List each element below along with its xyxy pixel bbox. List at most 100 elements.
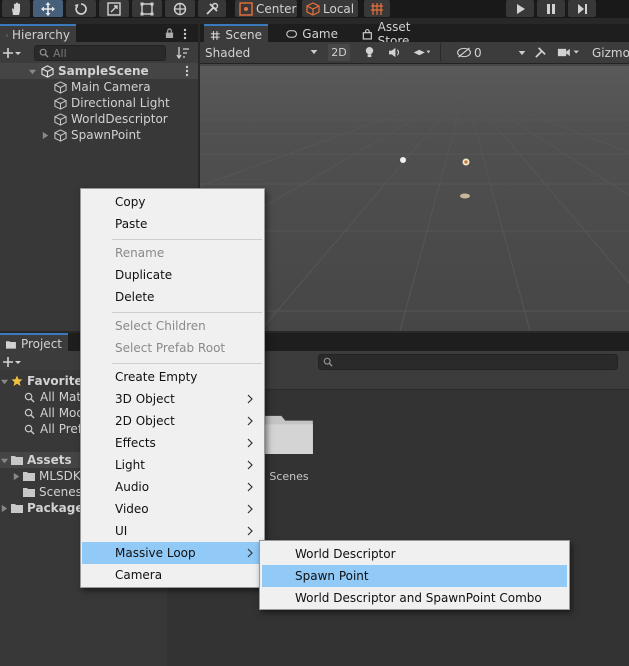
- hierarchy-item-label: WorldDescriptor: [71, 112, 168, 126]
- transform-tool-button[interactable]: [165, 0, 195, 17]
- move-arrows-icon: [41, 1, 55, 16]
- chevron-right-icon[interactable]: [41, 131, 50, 140]
- lock-icon[interactable]: [165, 28, 174, 39]
- menu-item-effects[interactable]: Effects: [82, 432, 263, 454]
- grid-snap-icon: [371, 2, 383, 15]
- rotate-tool-button[interactable]: [66, 0, 96, 17]
- pause-button[interactable]: [537, 0, 565, 17]
- chevron-right-icon: [247, 504, 253, 514]
- hierarchy-item[interactable]: SpawnPoint: [0, 127, 198, 143]
- lighting-bulb-icon[interactable]: [364, 46, 375, 59]
- scene-grid-icon: [210, 30, 220, 40]
- tab-asset-store[interactable]: Asset Store: [356, 20, 450, 48]
- hierarchy-item-label: SpawnPoint: [71, 128, 141, 142]
- scale-tool-button[interactable]: [99, 0, 129, 17]
- chevron-right-icon: [247, 460, 253, 470]
- rect-tool-button[interactable]: [132, 0, 162, 17]
- step-button[interactable]: [568, 0, 596, 17]
- mode-2d-toggle[interactable]: 2D: [328, 44, 350, 61]
- submenu-item-world-descriptor-spawnpoint-combo[interactable]: World Descriptor and SpawnPoint Combo: [262, 587, 567, 609]
- move-tool-button[interactable]: [33, 0, 63, 17]
- menu-item-label: Select Children: [115, 319, 206, 333]
- pause-icon: [547, 3, 555, 14]
- chevron-right-icon: [247, 482, 253, 492]
- scene-name: SampleScene: [58, 64, 149, 78]
- light-gizmo[interactable]: [400, 157, 406, 163]
- effects-layers-icon[interactable]: [412, 47, 432, 58]
- submenu-item-world-descriptor[interactable]: World Descriptor: [262, 543, 567, 565]
- chevron-down-icon[interactable]: [0, 456, 9, 465]
- rotate-icon: [74, 2, 87, 15]
- tab-project[interactable]: Project: [0, 333, 68, 353]
- menu-item-camera[interactable]: Camera: [82, 564, 263, 586]
- scale-icon: [107, 1, 121, 16]
- menu-item-2d-object[interactable]: 2D Object: [82, 410, 263, 432]
- menu-item-ui[interactable]: UI: [82, 520, 263, 542]
- sort-icon[interactable]: [176, 46, 190, 60]
- hierarchy-item[interactable]: Directional Light: [0, 95, 198, 111]
- massive-loop-submenu: World Descriptor Spawn Point World Descr…: [259, 540, 570, 610]
- scenes-folder-tile[interactable]: Scenes: [263, 412, 315, 484]
- favorites-row[interactable]: Favorites: [0, 373, 90, 389]
- hierarchy-item[interactable]: Main Camera: [0, 79, 198, 95]
- pivot-toggle-button[interactable]: Center: [235, 0, 297, 17]
- grid-snap-button[interactable]: [364, 0, 390, 17]
- packages-row[interactable]: Packages: [0, 500, 91, 516]
- camera-dropdown-icon[interactable]: [556, 47, 580, 58]
- menu-item-label: Select Prefab Root: [115, 341, 226, 355]
- hierarchy-tabbar: Hierarchy: [0, 24, 198, 44]
- chevron-right-icon[interactable]: [0, 504, 9, 513]
- menu-item-delete[interactable]: Delete: [82, 286, 263, 308]
- play-button[interactable]: [506, 0, 534, 17]
- menu-item-light[interactable]: Light: [82, 454, 263, 476]
- chevron-down-icon[interactable]: [0, 377, 9, 386]
- menu-item-audio[interactable]: Audio: [82, 476, 263, 498]
- kebab-menu-icon[interactable]: [183, 28, 187, 40]
- asset-folder-row[interactable]: MLSDK: [0, 468, 81, 484]
- menu-item-video[interactable]: Video: [82, 498, 263, 520]
- menu-item-paste[interactable]: Paste: [82, 213, 263, 235]
- hand-tool-button[interactable]: [2, 0, 30, 17]
- hierarchy-item[interactable]: WorldDescriptor: [0, 111, 198, 127]
- hand-icon: [12, 2, 20, 15]
- menu-item-3d-object[interactable]: 3D Object: [82, 388, 263, 410]
- tools-icon[interactable]: [534, 46, 547, 59]
- hierarchy-search-input[interactable]: All: [34, 45, 166, 61]
- custom-tool-button[interactable]: [198, 0, 226, 17]
- mode-2d-label: 2D: [331, 46, 347, 59]
- scene-row[interactable]: SampleScene: [0, 63, 198, 79]
- folder-icon: [23, 488, 35, 497]
- menu-item-create-empty[interactable]: Create Empty: [82, 366, 263, 388]
- space-toggle-button[interactable]: Local: [302, 0, 358, 17]
- spawnpoint-gizmo[interactable]: [460, 193, 470, 199]
- tab-scene[interactable]: Scene: [204, 24, 268, 44]
- tab-game[interactable]: Game: [280, 24, 344, 44]
- submenu-item-label: Spawn Point: [295, 569, 369, 583]
- submenu-item-spawn-point[interactable]: Spawn Point: [262, 565, 567, 587]
- hidden-eye-icon[interactable]: [456, 47, 472, 58]
- menu-item-massive-loop[interactable]: Massive Loop: [82, 542, 263, 564]
- camera-gizmo[interactable]: [462, 158, 470, 166]
- submenu-item-label: World Descriptor: [295, 547, 396, 561]
- menu-item-label: Paste: [115, 217, 148, 231]
- menu-separator: [112, 312, 262, 313]
- menu-item-label: Light: [115, 458, 145, 472]
- tab-hierarchy[interactable]: Hierarchy: [0, 24, 76, 44]
- play-icon: [517, 3, 525, 14]
- submenu-item-label: World Descriptor and SpawnPoint Combo: [295, 591, 542, 605]
- chevron-right-icon[interactable]: [12, 472, 21, 481]
- menu-item-duplicate[interactable]: Duplicate: [82, 264, 263, 286]
- create-dropdown-icon[interactable]: [1, 47, 23, 59]
- chevron-down-icon[interactable]: [28, 67, 37, 76]
- unity-scene-icon: [41, 64, 54, 78]
- audio-speaker-icon[interactable]: [388, 47, 401, 58]
- gizmos-button[interactable]: Gizmos: [588, 44, 629, 61]
- shading-mode-dropdown[interactable]: Shaded: [202, 44, 322, 61]
- chevron-down-icon[interactable]: [518, 51, 526, 56]
- scene-kebab-icon[interactable]: [185, 65, 189, 77]
- project-search-input[interactable]: [318, 354, 618, 370]
- asset-folder-row[interactable]: Scenes: [0, 484, 82, 500]
- search-icon: [323, 357, 333, 367]
- menu-item-copy[interactable]: Copy: [82, 191, 263, 213]
- create-dropdown-icon[interactable]: [1, 356, 23, 368]
